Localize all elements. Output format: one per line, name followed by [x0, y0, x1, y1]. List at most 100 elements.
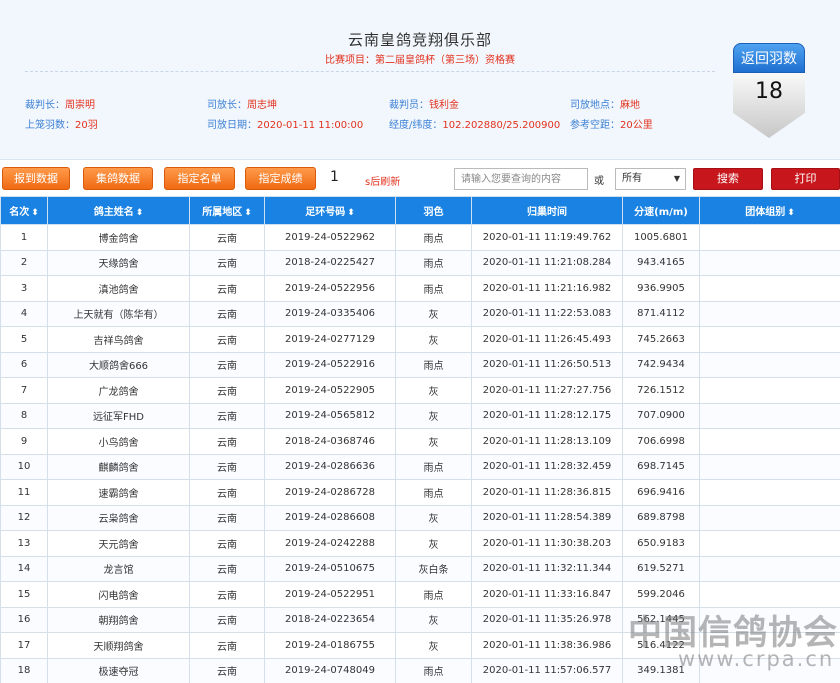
basketing-data-button[interactable]: 集鸽数据 [83, 167, 153, 190]
cell-region: 云南 [189, 632, 265, 659]
info-value: 2020-01-11 11:00:00 [257, 120, 364, 131]
column-header-ring-number[interactable]: 足环号码 ⬍ [264, 196, 396, 225]
cell-arrival-time: 2020-01-11 11:26:45.493 [471, 326, 623, 353]
cell-region: 云南 [189, 453, 265, 480]
cell-region: 云南 [189, 402, 265, 429]
cell-team-group [699, 300, 840, 327]
cell-team-group [699, 224, 840, 251]
cell-ring-number: 2019-24-0286636 [264, 453, 396, 480]
cell-rank: 7 [0, 377, 48, 404]
cell-speed: 726.1512 [622, 377, 700, 404]
cell-owner-name: 龙言馆 [47, 555, 190, 582]
print-button[interactable]: 打印 [771, 168, 840, 190]
column-header-rank[interactable]: 名次 ⬍ [0, 196, 48, 225]
table-row: 11 速霸鸽舍 云南 2019-24-0286728 雨点 2020-01-11 11:2… [0, 479, 840, 506]
filter-select[interactable]: 所有 ▼ [615, 168, 686, 190]
designated-list-button[interactable]: 指定名单 [164, 167, 235, 190]
cell-owner-name: 天顺翔鸽舍 [47, 632, 190, 659]
column-header-team-group[interactable]: 团体组别 ⬍ [699, 196, 840, 225]
cell-speed: 599.2046 [622, 581, 700, 608]
cell-team-group [699, 377, 840, 404]
cell-speed: 698.7145 [622, 453, 700, 480]
sort-icon[interactable]: ⬍ [31, 208, 39, 218]
cell-arrival-time: 2020-01-11 11:35:26.978 [471, 606, 623, 633]
designated-results-button[interactable]: 指定成绩 [245, 167, 316, 190]
info-label: 上笼羽数： [25, 120, 75, 131]
cell-speed: 745.2663 [622, 326, 700, 353]
cell-ring-number: 2019-24-0522905 [264, 377, 396, 404]
cell-ring-number: 2019-24-0286728 [264, 479, 396, 506]
cell-rank: 6 [0, 351, 48, 378]
cell-owner-name: 广龙鸽舍 [47, 377, 190, 404]
cell-color: 灰 [395, 530, 472, 557]
cell-rank: 8 [0, 402, 48, 429]
search-input[interactable] [454, 168, 588, 190]
sort-icon[interactable]: ⬍ [244, 208, 252, 218]
cell-region: 云南 [189, 606, 265, 633]
cell-team-group [699, 530, 840, 557]
cell-ring-number: 2018-24-0223654 [264, 606, 396, 633]
race-name: 比赛项目：第二届皇鸽杯（第三场）资格赛 [325, 55, 515, 66]
check-in-data-button[interactable]: 报到数据 [2, 167, 70, 190]
sort-icon[interactable]: ⬍ [347, 208, 355, 218]
info-value: 20羽 [75, 120, 98, 131]
cell-region: 云南 [189, 581, 265, 608]
cell-arrival-time: 2020-01-11 11:30:38.203 [471, 530, 623, 557]
column-header-region[interactable]: 所属地区 ⬍ [189, 196, 265, 225]
table-row: 15 闪电鸽舍 云南 2019-24-0522951 雨点 2020-01-11 11:3… [0, 581, 840, 608]
cell-arrival-time: 2020-01-11 11:38:36.986 [471, 632, 623, 659]
sort-icon[interactable]: ⬍ [136, 208, 144, 218]
cell-ring-number: 2018-24-0368746 [264, 428, 396, 455]
info-value: 麻地 [620, 100, 640, 111]
cell-arrival-time: 2020-01-11 11:21:16.982 [471, 275, 623, 302]
cell-rank: 13 [0, 530, 48, 557]
cell-speed: 707.0900 [622, 402, 700, 429]
table-row: 10 麒麟鸽舍 云南 2019-24-0286636 雨点 2020-01-11 11:2… [0, 453, 840, 480]
table-row: 4 上天就有（陈华有） 云南 2019-24-0335406 灰 2020-01-11 1… [0, 300, 840, 327]
cell-rank: 4 [0, 300, 48, 327]
cell-rank: 14 [0, 555, 48, 582]
cell-team-group [699, 402, 840, 429]
coordinates-info: 经度/纬度：102.202880/25.200900 [389, 116, 560, 131]
table-row: 5 吉祥鸟鸽舍 云南 2019-24-0277129 灰 2020-01-11 11:26… [0, 326, 840, 353]
cell-speed: 943.4165 [622, 249, 700, 276]
info-label: 司放地点： [570, 100, 620, 111]
cell-arrival-time: 2020-01-11 11:57:06.577 [471, 657, 623, 683]
info-value: 102.202880/25.200900 [442, 120, 561, 131]
search-button[interactable]: 搜索 [693, 168, 763, 190]
cell-region: 云南 [189, 326, 265, 353]
cell-arrival-time: 2020-01-11 11:26:50.513 [471, 351, 623, 378]
cell-ring-number: 2019-24-0748049 [264, 657, 396, 683]
info-label: 裁判员： [389, 100, 429, 111]
cell-rank: 16 [0, 606, 48, 633]
cell-rank: 17 [0, 632, 48, 659]
reference-distance-info: 参考空距：20公里 [570, 116, 653, 131]
badge-count: 18 [755, 79, 783, 104]
cell-rank: 10 [0, 453, 48, 480]
column-header-color: 羽色 [395, 196, 472, 225]
cell-team-group [699, 581, 840, 608]
sort-icon[interactable]: ⬍ [787, 208, 795, 218]
cell-arrival-time: 2020-01-11 11:28:32.459 [471, 453, 623, 480]
cell-arrival-time: 2020-01-11 11:21:08.284 [471, 249, 623, 276]
table-row: 12 云枭鸽舍 云南 2019-24-0286608 灰 2020-01-11 11:28… [0, 504, 840, 531]
release-date-info: 司放日期：2020-01-11 11:00:00 [207, 116, 363, 131]
cell-owner-name: 上天就有（陈华有） [47, 300, 190, 327]
cell-color: 雨点 [395, 275, 472, 302]
info-value: 周志坤 [247, 100, 277, 111]
cell-color: 雨点 [395, 479, 472, 506]
cell-team-group [699, 249, 840, 276]
cell-color: 灰 [395, 504, 472, 531]
table-row: 9 小鸟鸽舍 云南 2018-24-0368746 灰 2020-01-11 11:28:… [0, 428, 840, 455]
info-label: 司放日期： [207, 120, 257, 131]
cell-arrival-time: 2020-01-11 11:28:13.109 [471, 428, 623, 455]
cell-owner-name: 极速夺冠 [47, 657, 190, 683]
cell-owner-name: 麒麟鸽舍 [47, 453, 190, 480]
watermark-url: www.crpa.cn [678, 647, 835, 671]
info-label: 裁判长： [25, 100, 65, 111]
cell-region: 云南 [189, 428, 265, 455]
info-value: 周崇明 [65, 100, 95, 111]
column-header-label: 足环号码 [305, 207, 346, 218]
cell-region: 云南 [189, 504, 265, 531]
column-header-owner-name[interactable]: 鸽主姓名 ⬍ [47, 196, 190, 225]
